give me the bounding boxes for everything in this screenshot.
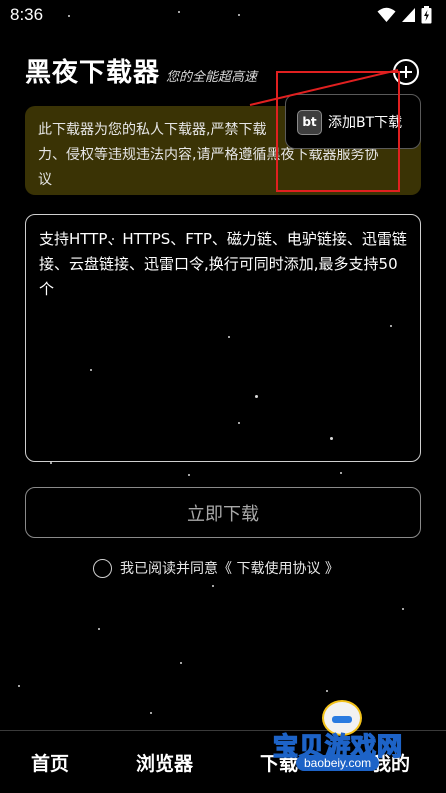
agree-radio[interactable] [93, 558, 112, 578]
status-time: 8:36 [10, 5, 44, 24]
watermark-url: baobeiy.com [296, 755, 380, 771]
app-title: 黑夜下载器 [25, 58, 161, 88]
wifi-icon [377, 7, 396, 22]
annotation-highlight-box [276, 71, 400, 192]
nav-browser[interactable]: 浏览器 [136, 749, 193, 776]
watermark-logo: 宝贝游戏网 baobeiy.com [270, 700, 420, 785]
download-now-button[interactable]: 立即下载 [25, 487, 421, 538]
status-icons [377, 6, 432, 24]
nav-home[interactable]: 首页 [31, 749, 69, 776]
app-subtitle: 您的全能超高速 [166, 70, 258, 85]
agreement-row[interactable]: 我已阅读并同意《 下载使用协议 》 [93, 558, 339, 578]
battery-icon [421, 6, 432, 24]
status-bar: 8:36 [0, 0, 446, 30]
download-links-input[interactable] [25, 214, 421, 462]
cellular-icon [402, 8, 415, 22]
agreement-text[interactable]: 我已阅读并同意《 下载使用协议 》 [120, 558, 339, 578]
